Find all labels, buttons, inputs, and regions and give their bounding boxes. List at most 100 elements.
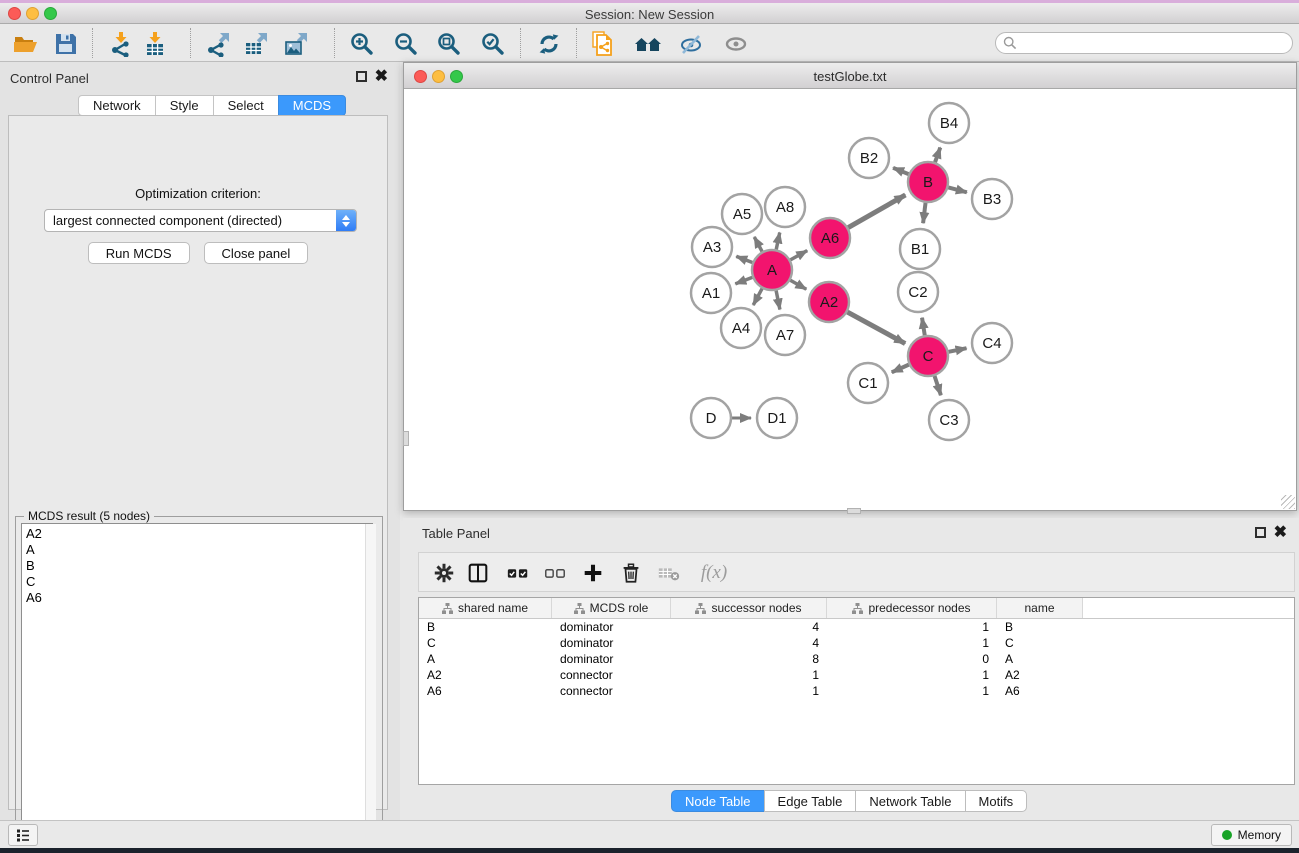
graph-edge[interactable] (848, 195, 905, 228)
home-button[interactable] (633, 29, 663, 59)
tab-network[interactable]: Network (78, 95, 156, 116)
function-builder-button[interactable]: f(x) (694, 558, 734, 588)
mcds-result-item[interactable]: A6 (26, 590, 372, 606)
float-panel-icon[interactable] (356, 71, 367, 82)
graph-edge[interactable] (790, 251, 807, 260)
table-cell: 1 (671, 668, 827, 682)
mcds-list-scrollbar[interactable] (365, 524, 376, 843)
tab-mcds[interactable]: MCDS (278, 95, 346, 116)
show-detail-button[interactable] (721, 29, 751, 59)
graph-edge[interactable] (923, 203, 925, 223)
graph-edge[interactable] (847, 312, 905, 343)
delete-table-button[interactable] (654, 558, 684, 588)
table-row[interactable]: A6connector11A6 (419, 683, 1294, 699)
network-window-title: testGlobe.txt (404, 69, 1296, 84)
table-settings-button[interactable] (429, 558, 459, 588)
table-row[interactable]: A2connector11A2 (419, 667, 1294, 683)
import-network-button[interactable] (106, 29, 136, 59)
column-header-label: name (1024, 601, 1054, 615)
mcds-result-list[interactable]: A2ABCA6 (21, 523, 373, 844)
table-row[interactable]: Cdominator41C (419, 635, 1294, 651)
graph-edge[interactable] (935, 376, 941, 395)
close-panel-icon[interactable]: ✖ (375, 71, 388, 82)
tab-node-table[interactable]: Node Table (671, 790, 765, 812)
new-network-from-document-button[interactable] (588, 29, 618, 59)
graph-edge[interactable] (949, 348, 967, 352)
search-input[interactable] (1021, 34, 1292, 52)
graph-edge[interactable] (735, 277, 752, 283)
mcds-result-item[interactable]: C (26, 574, 372, 590)
graph-edge[interactable] (790, 280, 806, 289)
column-header[interactable]: shared name (419, 598, 552, 618)
zoom-fit-button[interactable] (434, 29, 464, 59)
graph-edge[interactable] (776, 232, 780, 249)
task-history-button[interactable] (8, 824, 38, 846)
table-cell: dominator (552, 620, 671, 634)
delete-table-icon (656, 561, 682, 585)
tab-style[interactable]: Style (155, 95, 214, 116)
close-panel-button[interactable]: Close panel (204, 242, 309, 264)
graph-edge[interactable] (935, 147, 940, 162)
graph-edge[interactable] (893, 168, 908, 174)
tab-select[interactable]: Select (213, 95, 279, 116)
graph-edge[interactable] (754, 237, 762, 252)
delete-column-button[interactable] (616, 558, 646, 588)
network-graph[interactable]: B4B2BB3A5A8A6A3B1AA1C2A2A4A7C4CC1DD1C3 (405, 90, 1296, 510)
graph-edge[interactable] (948, 187, 967, 192)
network-window-titlebar[interactable]: testGlobe.txt (404, 63, 1296, 89)
column-header-label: successor nodes (711, 601, 801, 615)
graph-edge[interactable] (922, 318, 925, 336)
optimization-criterion-select[interactable]: largest connected component (directed) (44, 209, 357, 232)
hide-detail-button[interactable] (676, 29, 706, 59)
network-canvas[interactable]: B4B2BB3A5A8A6A3B1AA1C2A2A4A7C4CC1DD1C3 (405, 90, 1296, 510)
node-table-body: Bdominator41BCdominator41CAdominator80AA… (419, 619, 1294, 699)
export-table-button[interactable] (241, 29, 271, 59)
zoom-out-button[interactable] (391, 29, 421, 59)
graph-edge[interactable] (736, 256, 752, 262)
memory-button[interactable]: Memory (1211, 824, 1292, 846)
select-all-button[interactable] (503, 558, 533, 588)
export-network-button[interactable] (203, 29, 233, 59)
columns-icon (466, 561, 490, 585)
show-columns-button[interactable] (463, 558, 493, 588)
mcds-result-item[interactable]: A2 (26, 526, 372, 542)
run-mcds-button[interactable]: Run MCDS (88, 242, 190, 264)
mcds-result-item[interactable]: B (26, 558, 372, 574)
close-table-panel-icon[interactable]: ✖ (1274, 527, 1287, 538)
resize-grip-icon[interactable] (1281, 495, 1295, 509)
column-header[interactable]: successor nodes (671, 598, 827, 618)
zoom-selected-button[interactable] (478, 29, 508, 59)
export-image-button[interactable] (281, 29, 311, 59)
table-row[interactable]: Bdominator41B (419, 619, 1294, 635)
refresh-icon (536, 31, 562, 57)
table-row[interactable]: Adominator80A (419, 651, 1294, 667)
zoom-in-button[interactable] (347, 29, 377, 59)
minimize-window-button[interactable] (26, 7, 39, 20)
graph-node-label: A5 (733, 206, 751, 223)
create-column-button[interactable] (578, 558, 608, 588)
graph-node-label: B1 (911, 241, 929, 258)
column-header[interactable]: name (997, 598, 1083, 618)
graph-edge[interactable] (892, 365, 909, 373)
maximize-window-button[interactable] (44, 7, 57, 20)
open-session-button[interactable] (11, 29, 41, 59)
save-session-button[interactable] (51, 29, 81, 59)
splitter-grip-left[interactable] (403, 431, 409, 446)
deselect-all-button[interactable] (540, 558, 570, 588)
refresh-button[interactable] (534, 29, 564, 59)
import-network-icon (108, 31, 134, 57)
tab-motifs[interactable]: Motifs (965, 790, 1028, 812)
tab-edge-table[interactable]: Edge Table (764, 790, 857, 812)
close-window-button[interactable] (8, 7, 21, 20)
mcds-result-item[interactable]: A (26, 542, 372, 558)
column-header[interactable]: predecessor nodes (827, 598, 997, 618)
graph-edge[interactable] (753, 289, 762, 306)
tab-network-table[interactable]: Network Table (855, 790, 965, 812)
table-panel-title: Table Panel (422, 526, 490, 541)
import-table-button[interactable] (140, 29, 170, 59)
column-header[interactable]: MCDS role (552, 598, 671, 618)
splitter-grip-bottom[interactable] (847, 508, 861, 514)
table-cell: B (419, 620, 552, 634)
graph-edge[interactable] (776, 291, 780, 310)
float-table-panel-icon[interactable] (1255, 527, 1266, 538)
